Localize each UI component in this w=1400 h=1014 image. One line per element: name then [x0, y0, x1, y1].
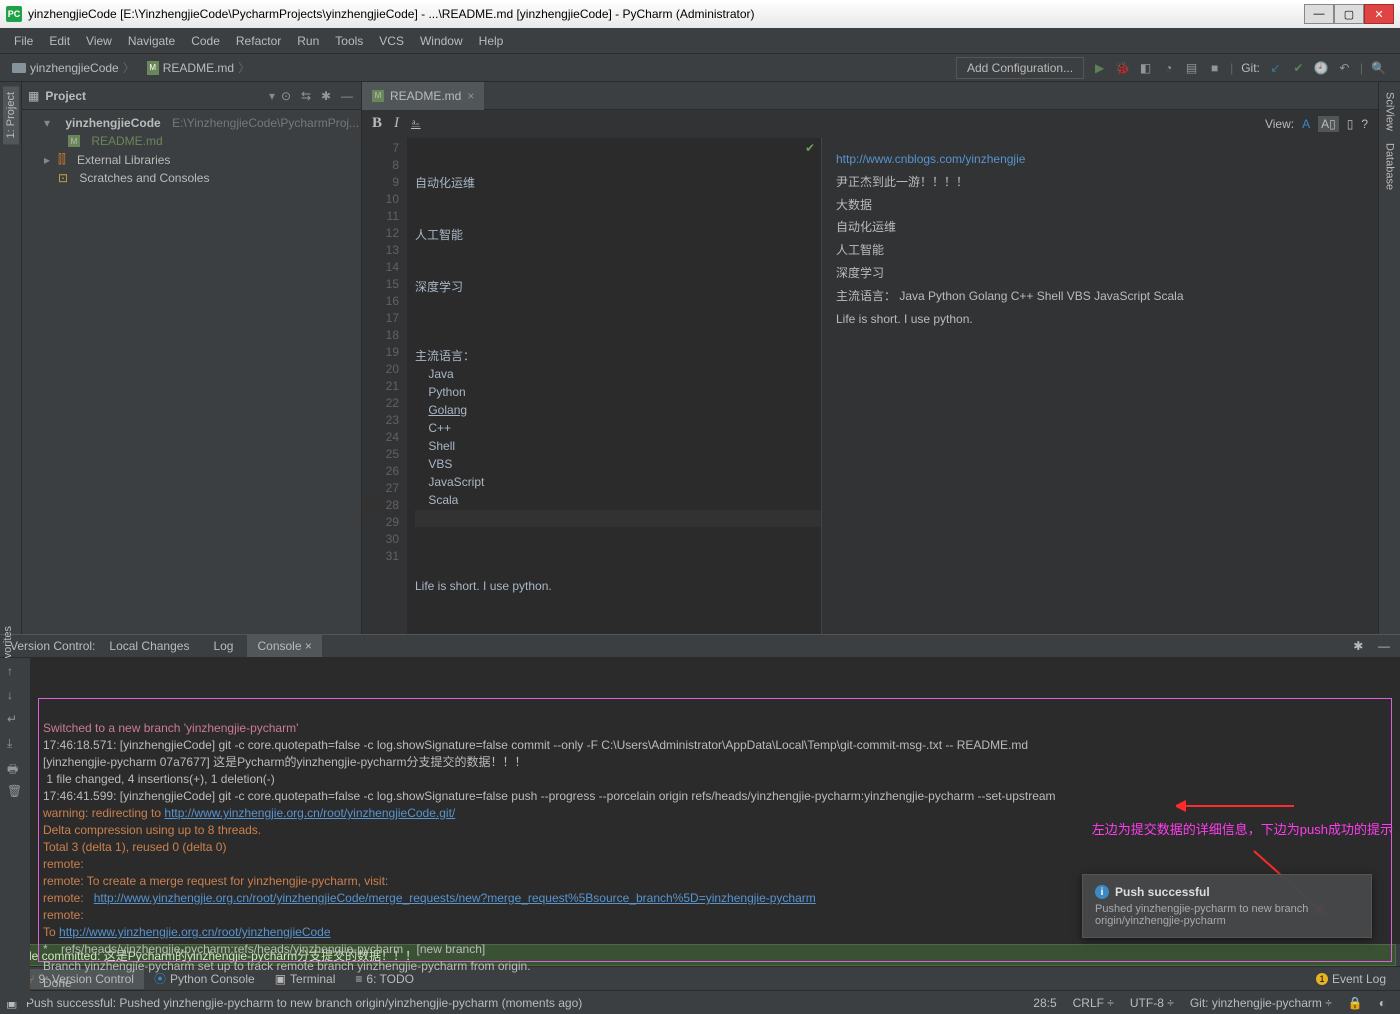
vc-console[interactable]: Switched to a new branch 'yinzhengjie-py… — [30, 658, 1400, 1002]
close-button[interactable]: ✕ — [1364, 4, 1394, 24]
git-history-icon[interactable]: 🕘 — [1314, 60, 1329, 75]
line-gutter: 7891011121314151617181920212223242526272… — [362, 138, 407, 634]
debug-icon[interactable]: 🐞 — [1115, 60, 1130, 75]
gear-icon[interactable]: ✱ — [1353, 639, 1363, 653]
scroll-icon[interactable]: ⤓ — [7, 736, 23, 752]
add-configuration-button[interactable]: Add Configuration... — [956, 57, 1084, 79]
minimize-button[interactable]: — — [1304, 4, 1334, 24]
maximize-button[interactable]: ▢ — [1334, 4, 1364, 24]
view-label: View: — [1265, 117, 1294, 131]
vc-title: Version Control: — [10, 639, 95, 653]
preview-link[interactable]: http://www.cnblogs.com/yinzhengjie — [836, 152, 1025, 166]
menu-window[interactable]: Window — [414, 32, 469, 50]
git-label: Git: — [1241, 61, 1260, 75]
locate-icon[interactable]: ⊙ — [281, 89, 295, 103]
run-icon[interactable]: ▶ — [1092, 60, 1107, 75]
settings-icon[interactable]: ✱ — [321, 89, 335, 103]
hide-icon[interactable]: — — [341, 89, 355, 103]
help-icon[interactable]: ? — [1361, 117, 1368, 131]
annotation-arrow-icon — [1176, 791, 1296, 821]
menu-tools[interactable]: Tools — [329, 32, 369, 50]
view-text-icon[interactable]: A — [1302, 117, 1310, 131]
tool-tab-database[interactable]: Database — [1382, 137, 1398, 196]
menu-bar: File Edit View Navigate Code Refactor Ru… — [0, 28, 1400, 54]
project-view-icon[interactable]: ▦ — [28, 89, 39, 103]
left-tool-tab-bar: 1: Project — [0, 82, 22, 634]
menu-edit[interactable]: Edit — [43, 32, 76, 50]
tree-scratches[interactable]: ⊡ Scratches and Consoles — [22, 169, 361, 187]
format-toolbar: B I ⎁ View: A A▯ ▯ ? — [362, 110, 1378, 138]
project-panel: ▦ Project ▾ ⊙ ⇆ ✱ — ▾ yinzhengjieCode E:… — [22, 82, 362, 634]
app-icon: PC — [6, 6, 22, 22]
tree-external-libs[interactable]: ▸⫿⫿ External Libraries — [22, 150, 361, 169]
up-icon[interactable]: ↑ — [7, 664, 23, 680]
menu-vcs[interactable]: VCS — [373, 32, 410, 50]
vc-side-icons: ↑ ↓ ↵ ⤓ 🖶 🗑 — [0, 658, 30, 1002]
editor-area: M README.md × B I ⎁ View: A A▯ ▯ ? 78910… — [362, 82, 1378, 634]
editor-tab-readme[interactable]: M README.md × — [362, 82, 484, 110]
inspection-ok-icon: ✔ — [805, 140, 815, 157]
view-split-icon[interactable]: A▯ — [1318, 116, 1339, 132]
view-preview-icon[interactable]: ▯ — [1347, 117, 1354, 131]
underline-dec-icon[interactable]: ⎁ — [411, 116, 421, 131]
git-revert-icon[interactable]: ↶ — [1337, 60, 1352, 75]
menu-file[interactable]: File — [8, 32, 39, 50]
panel-title: Project — [45, 89, 263, 103]
breadcrumb-root[interactable]: yinzhengjieCode〉 — [6, 57, 141, 78]
stop-icon[interactable]: ■ — [1207, 60, 1222, 75]
hide-panel-icon[interactable]: — — [1378, 639, 1390, 653]
vc-tab-console[interactable]: Console × — [247, 635, 321, 657]
menu-view[interactable]: View — [80, 32, 118, 50]
menu-navigate[interactable]: Navigate — [122, 32, 181, 50]
git-commit-icon[interactable]: ✔ — [1291, 60, 1306, 75]
print-icon[interactable]: 🖶 — [7, 760, 23, 776]
wrap-icon[interactable]: ↵ — [7, 712, 23, 728]
nav-bar: yinzhengjieCode〉 MREADME.md〉 Add Configu… — [0, 54, 1400, 82]
window-title-bar: PC yinzhengjieCode [E:\YinzhengjieCode\P… — [0, 0, 1400, 28]
collapse-icon[interactable]: ⇆ — [301, 89, 315, 103]
annotation-text: 左边为提交数据的详细信息，下边为push成功的提示 — [1092, 821, 1393, 838]
git-update-icon[interactable]: ↙ — [1268, 60, 1283, 75]
breadcrumb-file[interactable]: MREADME.md〉 — [141, 57, 256, 78]
italic-button[interactable]: I — [394, 115, 399, 132]
vc-tab-log[interactable]: Log — [203, 635, 243, 657]
search-icon[interactable]: 🔍 — [1371, 60, 1386, 75]
notification-body: Pushed yinzhengjie-pycharm to new branch… — [1095, 903, 1359, 927]
close-tab-icon[interactable]: × — [467, 89, 474, 103]
coverage-icon[interactable]: ◧ — [1138, 60, 1153, 75]
right-tool-tab-bar: SciView Database — [1378, 82, 1400, 634]
menu-refactor[interactable]: Refactor — [230, 32, 287, 50]
markdown-preview: http://www.cnblogs.com/yinzhengjie 尹正杰到此… — [822, 138, 1378, 634]
push-notification[interactable]: iPush successful Pushed yinzhengjie-pych… — [1082, 874, 1372, 938]
markdown-icon: M — [372, 90, 384, 102]
folder-icon — [12, 63, 26, 73]
project-tree[interactable]: ▾ yinzhengjieCode E:\YinzhengjieCode\Pyc… — [22, 110, 361, 191]
markdown-icon: M — [147, 61, 159, 75]
code-editor[interactable]: ✔ 自动化运维 人工智能 深度学习 主流语言： Java Python Gola… — [407, 138, 821, 634]
profiler-icon[interactable]: ◔ — [1161, 60, 1176, 75]
tool-tab-sciview[interactable]: SciView — [1382, 86, 1398, 137]
tree-file-readme[interactable]: M README.md — [22, 132, 361, 150]
clear-icon[interactable]: 🗑 — [7, 784, 23, 800]
menu-code[interactable]: Code — [185, 32, 226, 50]
vc-tab-local-changes[interactable]: Local Changes — [99, 635, 199, 657]
tree-root[interactable]: ▾ yinzhengjieCode E:\YinzhengjieCode\Pyc… — [22, 114, 361, 132]
menu-run[interactable]: Run — [291, 32, 325, 50]
info-icon: i — [1095, 885, 1109, 899]
tool-tab-project[interactable]: 1: Project — [3, 86, 19, 144]
window-title: yinzhengjieCode [E:\YinzhengjieCode\Pych… — [28, 7, 1304, 21]
menu-help[interactable]: Help — [473, 32, 510, 50]
down-icon[interactable]: ↓ — [7, 688, 23, 704]
bold-button[interactable]: B — [372, 115, 382, 132]
concurrency-icon[interactable]: ▤ — [1184, 60, 1199, 75]
